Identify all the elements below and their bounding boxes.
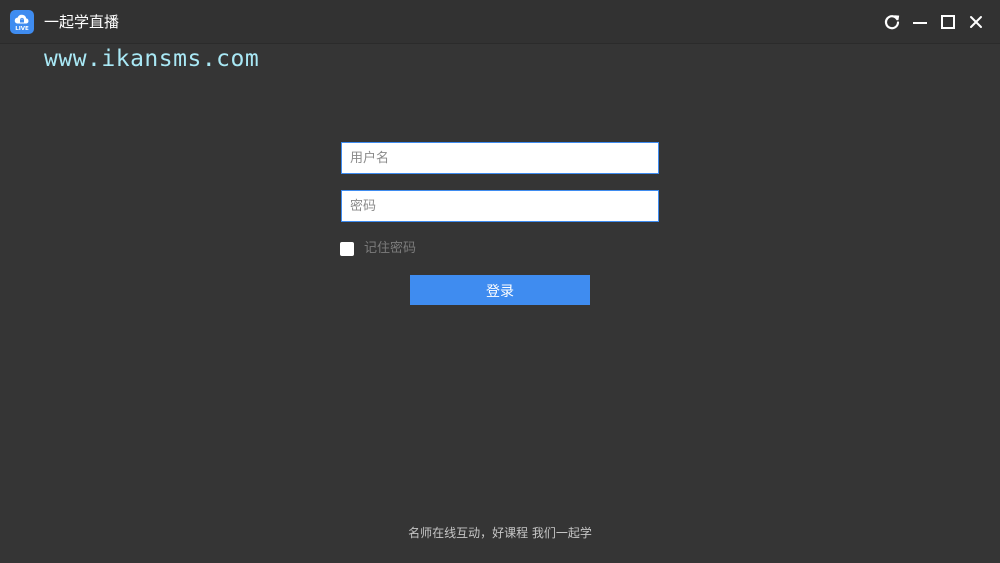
remember-password-label: 记住密码	[364, 241, 417, 256]
app-title: 一起学直播	[44, 13, 120, 31]
title-bar[interactable]: LIVE 一起学直播	[0, 0, 1000, 44]
app-window: LIVE 一起学直播 www.ikansms.com 用户名 记住密码 登录 名…	[0, 0, 1000, 563]
password-input[interactable]	[341, 190, 659, 222]
remember-password-checkbox[interactable]	[340, 242, 354, 256]
refresh-button[interactable]	[881, 11, 903, 33]
maximize-button[interactable]	[937, 11, 959, 33]
logo-badge-text: LIVE	[15, 26, 29, 32]
footer-slogan: 名师在线互动，好课程 我们一起学	[408, 526, 592, 540]
close-icon	[970, 16, 982, 28]
login-button[interactable]: 登录	[410, 275, 590, 305]
close-button[interactable]	[965, 11, 987, 33]
refresh-icon	[884, 15, 900, 30]
minimize-button[interactable]	[909, 11, 931, 33]
username-input[interactable]	[341, 142, 659, 174]
live-cloud-icon: LIVE	[10, 10, 34, 34]
watermark-text: www.ikansms.com	[44, 46, 260, 72]
maximize-icon	[941, 15, 955, 29]
minimize-icon	[913, 22, 927, 24]
